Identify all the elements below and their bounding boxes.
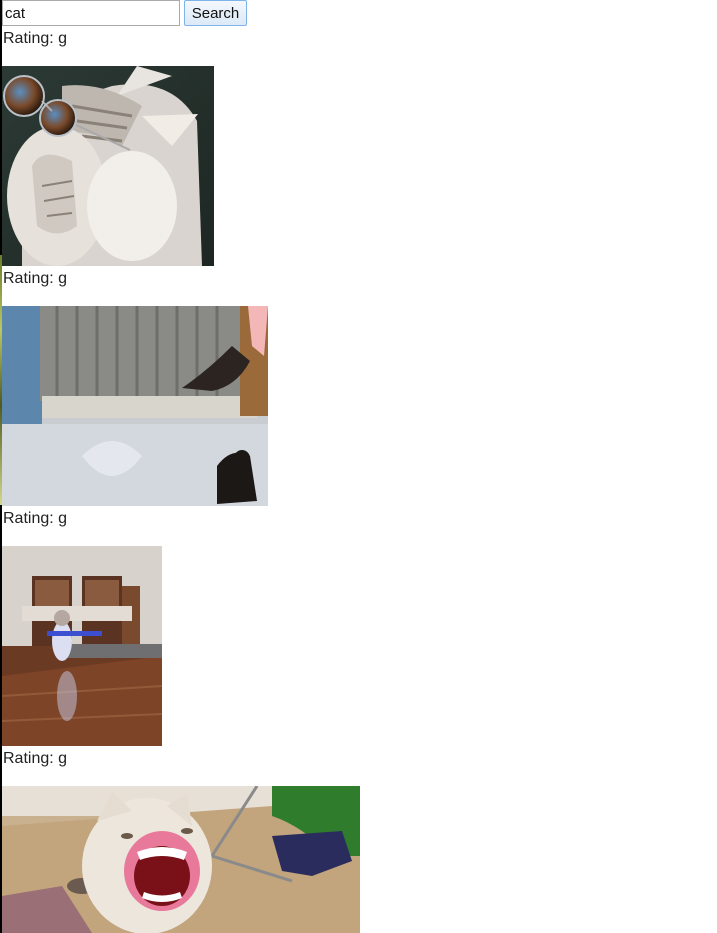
cat-with-sunglasses-image [2, 66, 214, 266]
giphy-search-page: Search Rating: g [0, 0, 717, 933]
rating-label: Rating: g [3, 30, 68, 47]
kitten-jumping-near-door-image [2, 306, 268, 506]
cat-with-human-lips-image [2, 786, 360, 933]
search-input[interactable] [2, 0, 180, 26]
rating-label: Rating: g [3, 270, 68, 287]
result-item: Rating: g [2, 28, 214, 266]
result-item: Rating: g [2, 508, 162, 746]
search-button[interactable]: Search [184, 0, 247, 26]
cat-playing-guitar-toy-image [2, 546, 162, 746]
gif-thumbnail[interactable] [2, 546, 162, 746]
rating-label: Rating: g [3, 510, 68, 527]
rating-label: Rating: g [3, 750, 68, 767]
gif-thumbnail[interactable] [2, 306, 268, 506]
result-item: Rating: g [2, 748, 360, 933]
gif-thumbnail[interactable] [2, 66, 214, 266]
result-item: Rating: g [2, 268, 268, 506]
gif-thumbnail[interactable] [2, 786, 360, 933]
